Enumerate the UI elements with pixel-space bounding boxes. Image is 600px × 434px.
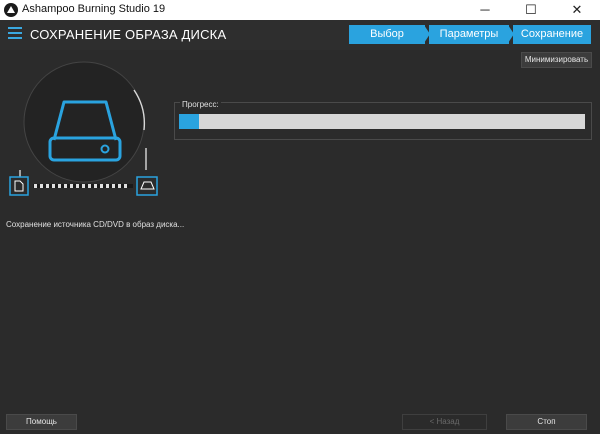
document-icon [9,176,29,196]
stop-button[interactable]: Стоп [506,414,587,430]
app-header: СОХРАНЕНИЕ ОБРАЗА ДИСКА Выбор Параметры … [0,20,600,50]
maximize-icon: ☐ [525,2,537,17]
disk-image-illustration [9,61,158,196]
minimize-icon: ─ [480,2,490,17]
progress-bar [179,114,585,129]
title-bar: Ashampoo Burning Studio 19 ─ ☐ ✕ [0,0,600,20]
page-title: СОХРАНЕНИЕ ОБРАЗА ДИСКА [30,27,227,42]
maximize-window-button[interactable]: ☐ [508,0,554,20]
step-parameters[interactable]: Параметры [429,25,514,44]
progress-label: Прогресс: [180,100,221,109]
app-logo-icon [4,3,18,17]
hamburger-menu-icon[interactable] [8,27,22,41]
progress-fill [179,114,200,129]
window-title: Ashampoo Burning Studio 19 [22,3,166,15]
step-label: Сохранение [520,28,584,40]
step-save[interactable]: Сохранение [513,25,591,44]
step-label: Параметры [439,28,499,40]
help-button[interactable]: Помощь [6,414,77,430]
step-select[interactable]: Выбор [349,25,430,44]
progress-panel: Прогресс: [174,100,592,140]
close-window-button[interactable]: ✕ [554,0,600,20]
step-label: Выбор [370,28,404,40]
back-button[interactable]: < Назад [402,414,487,430]
transfer-dots [33,184,133,188]
status-text: Сохранение источника CD/DVD в образ диск… [6,220,185,229]
minimize-button[interactable]: Минимизировать [521,52,592,68]
close-icon: ✕ [571,2,583,17]
disc-drive-icon [136,176,158,196]
minimize-window-button[interactable]: ─ [462,0,508,20]
